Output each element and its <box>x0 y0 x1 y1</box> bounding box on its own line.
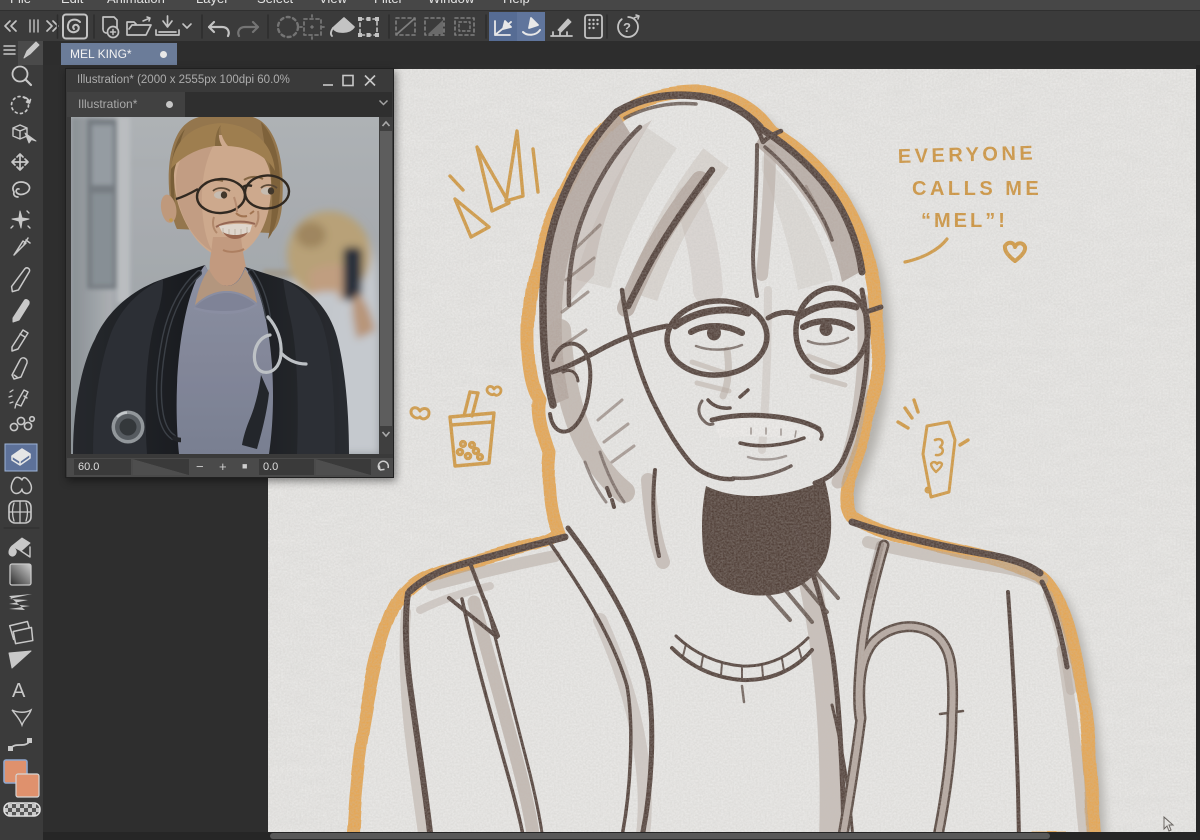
svg-text:?: ? <box>623 20 631 35</box>
svg-text:A: A <box>12 680 26 702</box>
